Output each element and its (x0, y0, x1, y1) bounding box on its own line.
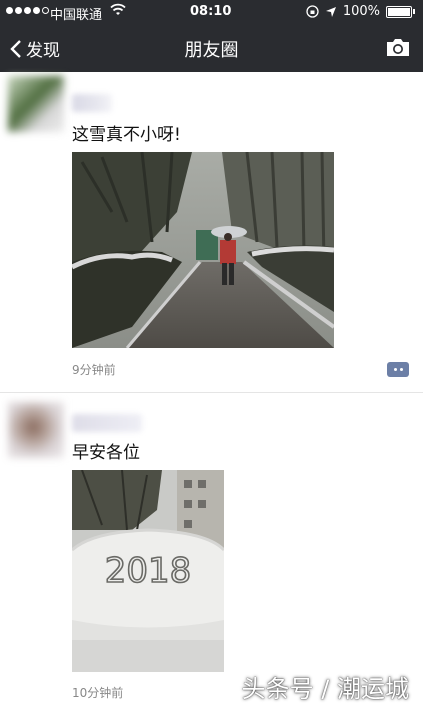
clock: 08:10 (190, 4, 232, 19)
moment-post: 这雪真不小呀! 9分钟前 (0, 72, 423, 394)
post-text: 早安各位 (72, 443, 140, 463)
location-arrow-icon (325, 6, 336, 17)
nickname[interactable] (72, 94, 112, 112)
navigation-bar: 发现 朋友圈 (0, 24, 423, 72)
comment-icon[interactable] (387, 362, 409, 377)
post-divider (0, 392, 423, 393)
camera-icon[interactable] (385, 36, 411, 58)
battery-tip (413, 9, 415, 14)
post-timestamp: 10分钟前 (72, 686, 124, 700)
watermark: 头条号 / 潮运城 (241, 675, 409, 703)
moment-post: 早安各位 2018 10分钟前 (0, 394, 423, 712)
post-photo[interactable]: 2018 (72, 470, 224, 672)
post-text: 这雪真不小呀! (72, 125, 181, 145)
rotation-lock-icon (306, 5, 319, 18)
snow-writing: 2018 (105, 551, 192, 591)
post-timestamp: 9分钟前 (72, 363, 116, 377)
avatar[interactable] (8, 76, 64, 132)
nickname[interactable] (72, 414, 142, 432)
status-bar: 中国联通 08:10 100% (0, 0, 423, 24)
avatar[interactable] (8, 402, 64, 458)
battery-percentage: 100% (342, 4, 380, 19)
carrier-name: 中国联通 (50, 8, 103, 23)
signal-strength-icon (6, 7, 49, 14)
wifi-icon (110, 3, 126, 15)
page-title: 朋友圈 (184, 40, 239, 61)
battery-icon (386, 5, 412, 18)
post-photo[interactable] (72, 152, 334, 348)
